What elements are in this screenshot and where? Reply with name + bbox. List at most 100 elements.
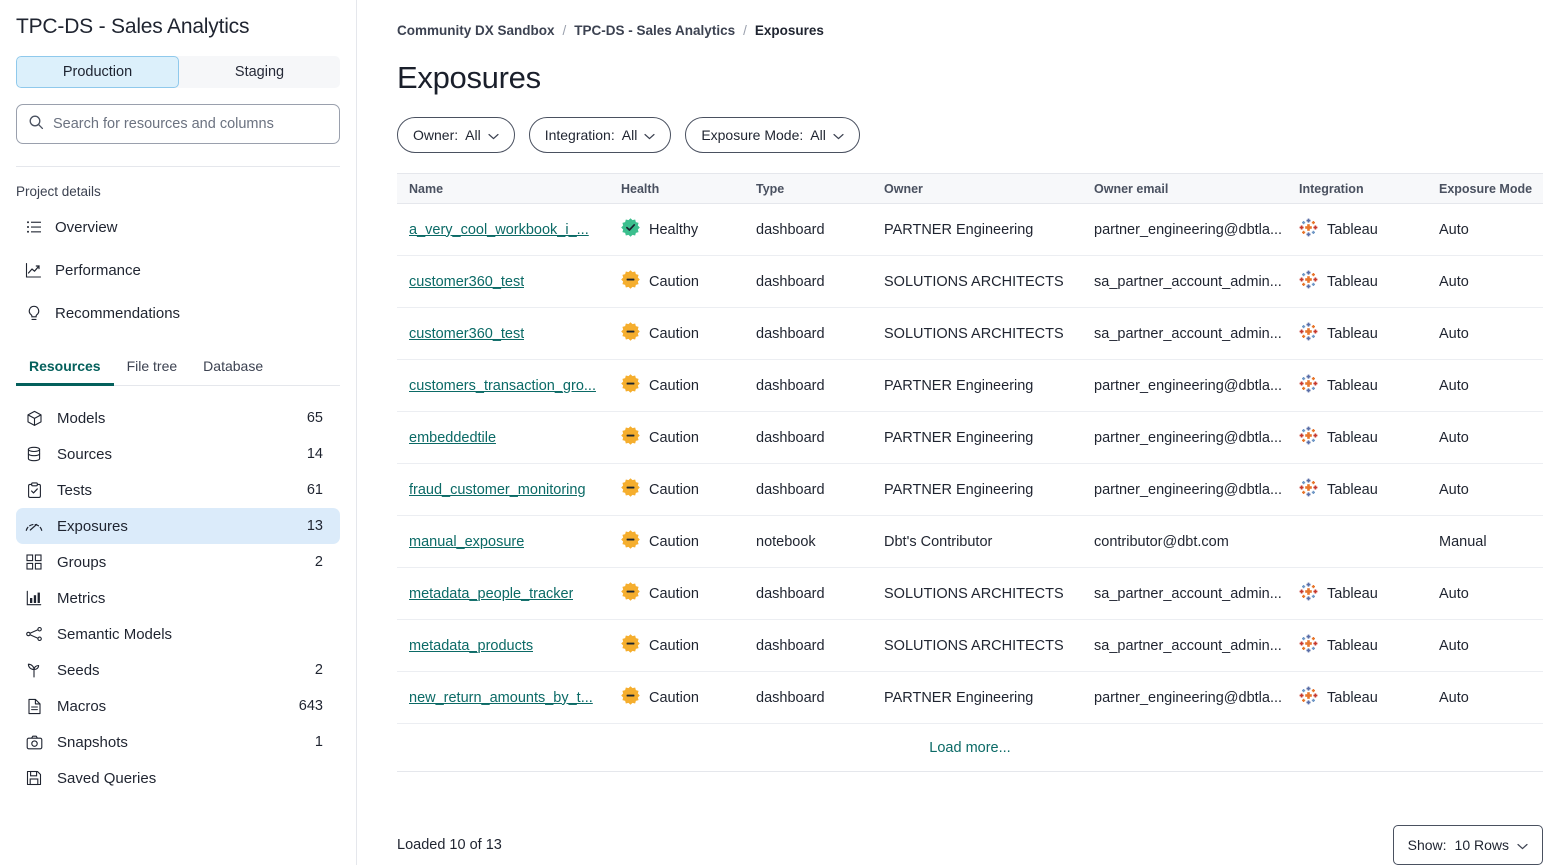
exposure-link[interactable]: a_very_cool_workbook_i_... [409,222,589,238]
exposure-link[interactable]: customer360_test [409,326,524,342]
tableau-icon [1299,478,1318,501]
tableau-icon [1299,686,1318,709]
sidebar-tabs: Resources File tree Database [16,358,340,386]
cell-integration: Tableau [1287,204,1427,256]
sidebar-item-models[interactable]: Models 65 [16,400,340,436]
env-toggle-production[interactable]: Production [16,56,179,88]
column-header-owner[interactable]: Owner [872,174,1082,204]
sidebar-item-count: 1 [315,734,323,750]
exposure-link[interactable]: metadata_products [409,638,533,654]
cell-type: dashboard [744,464,872,516]
search-input[interactable] [53,116,328,132]
rows-per-page-selector[interactable]: Show: 10 Rows [1393,825,1543,865]
health-status-icon [621,218,640,241]
owner-filter-label: Owner: [413,127,458,143]
table-row[interactable]: customers_transaction_gro...Cautiondashb… [397,360,1543,412]
sidebar-item-seeds[interactable]: Seeds 2 [16,652,340,688]
column-header-type[interactable]: Type [744,174,872,204]
sidebar-item-label: Overview [55,219,118,236]
cell-health: Caution [609,620,744,672]
search-box[interactable] [16,104,340,144]
cell-name: customers_transaction_gro... [397,360,609,412]
sidebar-item-tests[interactable]: Tests 61 [16,472,340,508]
table-row[interactable]: embeddedtileCautiondashboardPARTNER Engi… [397,412,1543,464]
table-row[interactable]: metadata_people_trackerCautiondashboardS… [397,568,1543,620]
cell-health: Caution [609,568,744,620]
table-head: Name Health Type Owner Owner email Integ… [397,174,1543,204]
sidebar-item-exposures[interactable]: Exposures 13 [16,508,340,544]
node-graph-icon [25,625,43,643]
integration-label: Tableau [1327,638,1378,654]
table-row[interactable]: manual_exposureCautionnotebookDbt's Cont… [397,516,1543,568]
exposure-link[interactable]: metadata_people_tracker [409,586,573,602]
column-header-name[interactable]: Name [397,174,609,204]
table-row[interactable]: new_return_amounts_by_t...Cautiondashboa… [397,672,1543,724]
column-header-health[interactable]: Health [609,174,744,204]
sidebar-item-count: 2 [315,662,323,678]
integration-filter-label: Integration: [545,127,615,143]
cell-integration: Tableau [1287,464,1427,516]
tab-file-tree[interactable]: File tree [114,358,191,385]
list-icon [25,219,42,236]
breadcrumb-item-account[interactable]: Community DX Sandbox [397,23,555,38]
health-status-icon [621,686,640,709]
tab-database[interactable]: Database [190,358,276,385]
exposure-link[interactable]: new_return_amounts_by_t... [409,690,593,706]
sidebar-item-sources[interactable]: Sources 14 [16,436,340,472]
column-header-owner-email[interactable]: Owner email [1082,174,1287,204]
exposure-link[interactable]: customer360_test [409,274,524,290]
integration-filter[interactable]: Integration: All [529,117,672,153]
sidebar: TPC-DS - Sales Analytics Production Stag… [0,0,357,865]
cell-owner-email: partner_engineering@dbtla... [1082,672,1287,724]
table-row[interactable]: metadata_productsCautiondashboardSOLUTIO… [397,620,1543,672]
env-toggle-staging[interactable]: Staging [179,56,340,88]
sidebar-item-groups[interactable]: Groups 2 [16,544,340,580]
sidebar-item-saved-queries[interactable]: Saved Queries [16,760,340,796]
load-more-button[interactable]: Load more... [929,740,1010,756]
health-status-icon [621,530,640,553]
tableau-icon [1299,218,1318,241]
cell-name: metadata_products [397,620,609,672]
cell-name: manual_exposure [397,516,609,568]
app-root: TPC-DS - Sales Analytics Production Stag… [0,0,1559,865]
exposure-link[interactable]: embeddedtile [409,430,496,446]
sidebar-item-semantic-models[interactable]: Semantic Models [16,616,340,652]
table-row[interactable]: customer360_testCautiondashboardSOLUTION… [397,308,1543,360]
breadcrumb-item-current: Exposures [755,23,824,38]
environment-toggle[interactable]: Production Staging [16,56,340,88]
sidebar-divider [16,166,340,167]
health-status-label: Caution [649,430,699,446]
cube-icon [25,409,43,427]
cell-integration [1287,516,1427,568]
cell-name: embeddedtile [397,412,609,464]
exposure-link[interactable]: customers_transaction_gro... [409,378,596,394]
column-header-exposure-mode[interactable]: Exposure Mode [1427,174,1543,204]
exposure-link[interactable]: manual_exposure [409,534,524,550]
sidebar-item-snapshots[interactable]: Snapshots 1 [16,724,340,760]
table-row[interactable]: a_very_cool_workbook_i_...Healthydashboa… [397,204,1543,256]
exposure-link[interactable]: fraud_customer_monitoring [409,482,586,498]
sidebar-item-overview[interactable]: Overview [16,212,340,242]
health-status-icon [621,634,640,657]
sidebar-item-recommendations[interactable]: Recommendations [16,298,340,328]
cell-exposure-mode: Auto [1427,412,1543,464]
exposure-mode-filter-label: Exposure Mode: [701,127,803,143]
tab-resources[interactable]: Resources [16,358,114,385]
owner-filter[interactable]: Owner: All [397,117,515,153]
sidebar-item-macros[interactable]: Macros 643 [16,688,340,724]
cell-type: dashboard [744,360,872,412]
table-row[interactable]: customer360_testCautiondashboardSOLUTION… [397,256,1543,308]
database-icon [25,445,43,463]
breadcrumb-item-project[interactable]: TPC-DS - Sales Analytics [574,23,735,38]
sidebar-item-label: Seeds [57,662,315,679]
cell-integration: Tableau [1287,256,1427,308]
sidebar-item-metrics[interactable]: Metrics [16,580,340,616]
breadcrumb: Community DX Sandbox / TPC-DS - Sales An… [397,0,1559,38]
table-row[interactable]: fraud_customer_monitoringCautiondashboar… [397,464,1543,516]
cell-exposure-mode: Manual [1427,516,1543,568]
sidebar-item-performance[interactable]: Performance [16,255,340,285]
cell-health: Caution [609,516,744,568]
exposure-mode-filter[interactable]: Exposure Mode: All [685,117,860,153]
page-title: Exposures [397,60,1559,96]
column-header-integration[interactable]: Integration [1287,174,1427,204]
